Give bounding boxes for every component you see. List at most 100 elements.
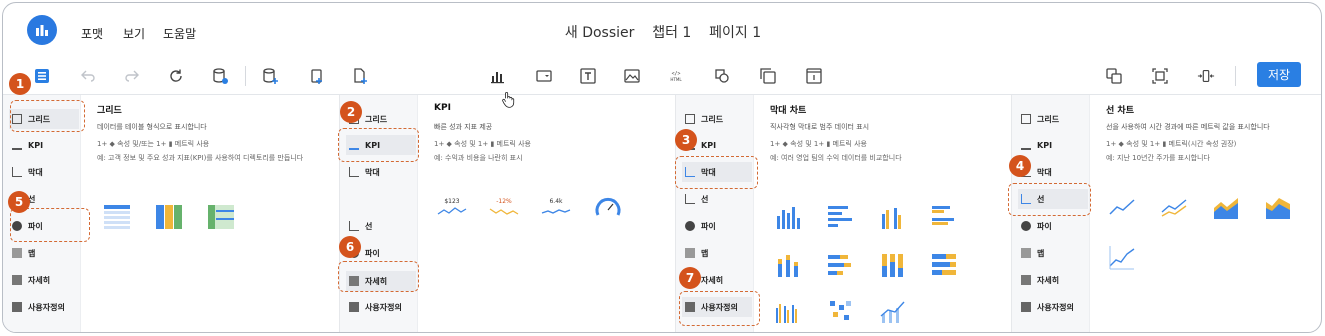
- panel-stack-icon[interactable]: [757, 65, 779, 87]
- sidebar-item-kpi[interactable]: KPI: [1021, 135, 1052, 155]
- kpi-thumbnail[interactable]: -12%: [486, 189, 522, 225]
- grouped-bar-thumbnail[interactable]: [770, 293, 806, 329]
- document-title: 새 Dossier 챕터 1 페이지 1: [3, 22, 1321, 42]
- heatmap-thumbnail[interactable]: [822, 293, 858, 329]
- sidebar-label: 파이: [1037, 221, 1052, 231]
- dual-axis-line-thumbnail[interactable]: [1104, 239, 1140, 275]
- sidebar-item-custom[interactable]: 사용자정의: [1021, 297, 1074, 317]
- detail-icon: [12, 275, 22, 285]
- horizontal-bar-thumbnail[interactable]: [822, 199, 858, 235]
- step-badge-3: 3: [675, 129, 697, 151]
- stacked-bar-thumbnail[interactable]: [770, 247, 806, 283]
- viz-title: 막대 차트: [770, 106, 807, 116]
- sidebar-item-map[interactable]: 맵: [1021, 243, 1044, 263]
- sidebar-item-grid[interactable]: 그리드: [685, 109, 723, 129]
- viz-title: KPI: [434, 103, 451, 113]
- gauge-thumbnail[interactable]: [590, 191, 626, 227]
- clustered-bar-thumbnail[interactable]: [874, 199, 910, 235]
- grid-thumbnail[interactable]: [151, 199, 187, 235]
- viz-description: 선 차트 선을 사용하여 시간 경과에 따른 메트릭 값을 표시합니다 1+ ◆…: [1096, 95, 1321, 332]
- sidebar-label: KPI: [1037, 140, 1053, 150]
- pie-icon: [685, 221, 695, 231]
- percent-hbar-thumbnail[interactable]: [926, 247, 962, 283]
- grid-icon: [685, 114, 695, 124]
- sidebar-item-kpi[interactable]: KPI: [12, 135, 43, 155]
- step-badge-6: 6: [339, 236, 361, 258]
- chapter-name[interactable]: 챕터 1: [652, 25, 691, 41]
- sidebar-item-pie[interactable]: 파이: [685, 216, 716, 236]
- duplicate-page-icon[interactable]: [305, 65, 327, 87]
- stacked-hbar-thumbnail[interactable]: [822, 247, 858, 283]
- save-button[interactable]: 저장: [1257, 62, 1301, 87]
- undo-icon[interactable]: [77, 65, 99, 87]
- sidebar-label: 파이: [701, 221, 716, 231]
- page-name[interactable]: 페이지 1: [709, 25, 761, 41]
- sidebar-item-custom[interactable]: 사용자정의: [12, 297, 65, 317]
- map-icon: [685, 248, 695, 258]
- shape-icon[interactable]: [711, 65, 733, 87]
- percent-bar-thumbnail[interactable]: [874, 247, 910, 283]
- toolbar: </> HTML 저장: [3, 55, 1321, 108]
- add-data-icon[interactable]: [259, 65, 281, 87]
- step-badge-5: 5: [8, 191, 30, 213]
- database-refresh-icon[interactable]: [209, 65, 231, 87]
- sidebar-item-custom[interactable]: 사용자정의: [349, 297, 402, 317]
- sidebar-label: 사용자정의: [365, 302, 402, 312]
- sidebar-label: 그리드: [1037, 114, 1060, 124]
- refresh-icon[interactable]: [165, 65, 187, 87]
- viz-description: 막대 차트 직사각형 막대로 범주 데이터 표시 1+ ◆ 속성 및 1+ ▮ …: [760, 95, 1010, 332]
- information-window-icon[interactable]: [803, 65, 825, 87]
- filter-icon[interactable]: [533, 65, 555, 87]
- sidebar-item-detail[interactable]: 자세히: [12, 270, 50, 290]
- sidebar-item-detail[interactable]: 자세히: [1021, 270, 1059, 290]
- viz-desc: 선을 사용하여 시간 경과에 따른 메트릭 값을 표시합니다: [1106, 123, 1270, 131]
- sidebar-item-grid[interactable]: 그리드: [1021, 109, 1059, 129]
- html-container-icon[interactable]: </> HTML: [665, 65, 687, 87]
- kpi-thumbnail[interactable]: 6.4k: [538, 189, 574, 225]
- sidebar-item-bar[interactable]: 막대: [12, 162, 43, 182]
- image-icon[interactable]: [621, 65, 643, 87]
- sidebar-item-map[interactable]: 맵: [685, 243, 708, 263]
- line-thumbnail[interactable]: [1104, 189, 1140, 225]
- sidebar-item-bar[interactable]: 막대: [349, 162, 380, 182]
- kpi-thumbnail[interactable]: $123: [434, 189, 470, 225]
- app-window: 포맷 보기 도움말 새 Dossier 챕터 1 페이지 1 </> HTML 저…: [2, 2, 1322, 333]
- viz-requirement: 1+ ◆ 속성 및 1+ ▮ 메트릭(시간 속성 권장): [1106, 140, 1237, 148]
- area-thumbnail[interactable]: [1208, 189, 1244, 225]
- viz-example: 예: 고객 정보 및 주요 성과 지표(KPI)를 사용하여 디렉토리를 만듭니…: [97, 154, 304, 162]
- combo-bar-line-thumbnail[interactable]: [874, 293, 910, 329]
- multi-line-thumbnail[interactable]: [1156, 189, 1192, 225]
- top-bar: 포맷 보기 도움말 새 Dossier 챕터 1 페이지 1: [3, 3, 1321, 55]
- clustered-hbar-thumbnail[interactable]: [926, 199, 962, 235]
- sidebar-label: 자세히: [28, 275, 51, 285]
- group-icon[interactable]: [1103, 65, 1125, 87]
- insert-column-icon[interactable]: [1195, 65, 1217, 87]
- sidebar-label: 파이: [365, 248, 380, 258]
- kpi-icon: [12, 140, 22, 150]
- pie-icon: [1021, 221, 1031, 231]
- redo-icon[interactable]: [121, 65, 143, 87]
- sidebar-label: 막대: [365, 167, 380, 177]
- dataset-panel-icon[interactable]: [31, 65, 53, 87]
- sidebar-label: 막대: [1037, 167, 1052, 177]
- dossier-name[interactable]: 새 Dossier: [565, 25, 635, 41]
- text-icon[interactable]: [577, 65, 599, 87]
- toolbar-divider: [245, 66, 246, 86]
- stacked-area-thumbnail[interactable]: [1260, 189, 1296, 225]
- viz-requirement: 1+ ◆ 속성 및 1+ ▮ 메트릭 사용: [770, 140, 867, 148]
- visualization-icon[interactable]: [487, 65, 509, 87]
- sidebar-label: 자세히: [1037, 275, 1060, 285]
- fit-to-screen-icon[interactable]: [1149, 65, 1171, 87]
- sidebar-label: KPI: [28, 140, 44, 150]
- grid-thumbnail[interactable]: [203, 199, 239, 235]
- sidebar-item-pie[interactable]: 파이: [1021, 216, 1052, 236]
- new-page-icon[interactable]: [349, 65, 371, 87]
- map-icon: [1021, 248, 1031, 258]
- grid-thumbnail[interactable]: [99, 199, 135, 235]
- sidebar-item-line[interactable]: 선: [349, 216, 372, 236]
- sidebar-item-map[interactable]: 맵: [12, 243, 35, 263]
- step-badge-1: 1: [9, 73, 31, 95]
- sidebar-item-line[interactable]: 선: [685, 189, 708, 209]
- vertical-bar-thumbnail[interactable]: [770, 199, 806, 235]
- kpi-icon: [1021, 140, 1031, 150]
